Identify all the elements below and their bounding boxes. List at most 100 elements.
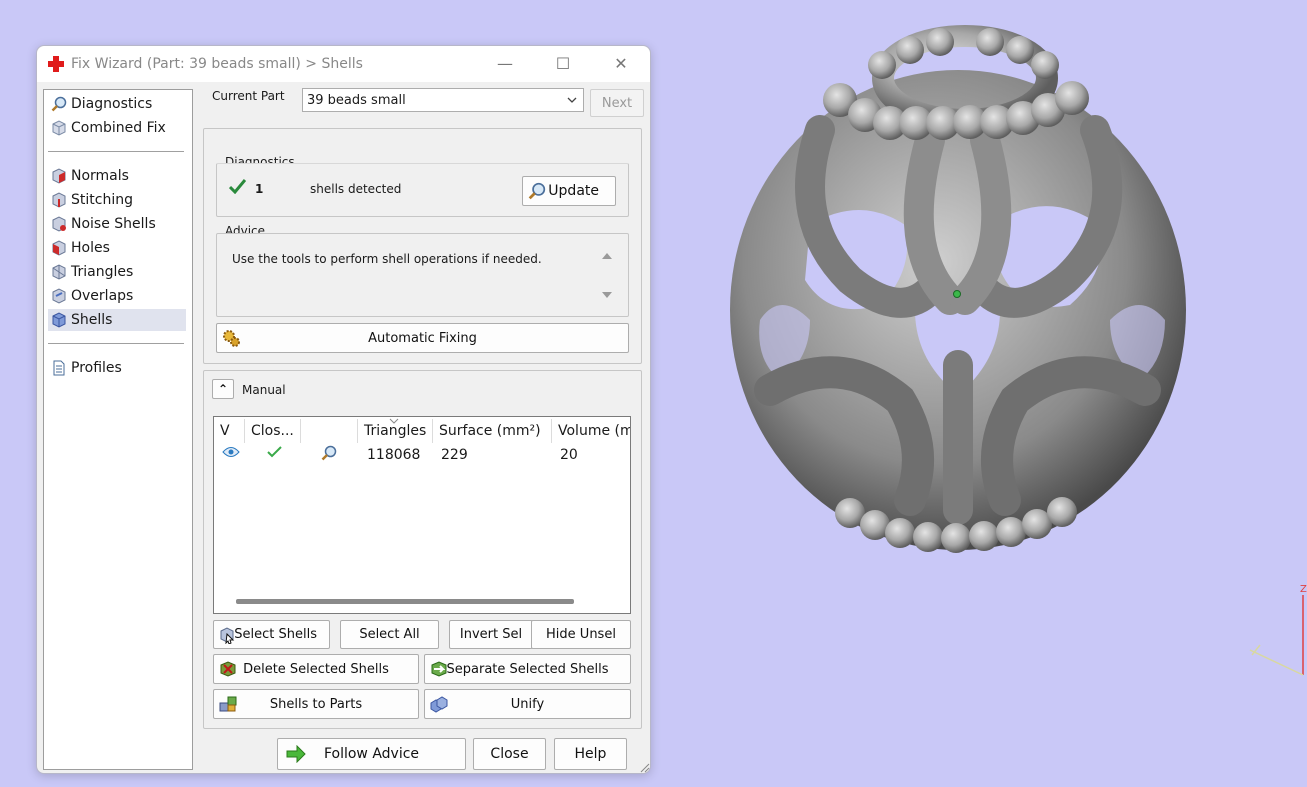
nav-item-diagnostics[interactable]: Diagnostics <box>48 93 186 115</box>
nav-label: Shells <box>71 312 113 328</box>
horizontal-scrollbar[interactable] <box>236 599 574 604</box>
select-all-button[interactable]: Select All <box>340 620 439 649</box>
chevron-down-icon <box>567 97 577 103</box>
shells-detected-text: shells detected <box>310 182 402 196</box>
nav-label: Diagnostics <box>71 96 153 112</box>
nav-item-shells[interactable]: Shells <box>48 309 186 331</box>
shells-to-parts-label: Shells to Parts <box>269 696 363 712</box>
column-header-volume[interactable]: Volume (m <box>558 423 630 439</box>
delete-selected-shells-button[interactable]: Delete Selected Shells <box>213 654 419 684</box>
nav-label: Profiles <box>71 360 122 376</box>
nav-item-combined-fix[interactable]: Combined Fix <box>48 117 186 139</box>
help-button[interactable]: Help <box>554 738 627 770</box>
next-button[interactable]: Next <box>590 89 644 117</box>
current-part-label: Current Part <box>212 89 285 103</box>
nav-label: Holes <box>71 240 110 256</box>
unify-button[interactable]: Unify <box>424 689 631 719</box>
close-button[interactable]: Close <box>473 738 546 770</box>
shells-icon <box>52 312 66 328</box>
scroll-down-icon[interactable] <box>602 291 612 299</box>
cell-volume: 20 <box>560 447 578 463</box>
axis-indicator: Z <box>1249 584 1307 676</box>
column-divider <box>551 419 552 443</box>
automatic-fixing-button[interactable]: Automatic Fixing <box>216 323 629 353</box>
shells-table: V Clos... Triangles Surface (mm²) Volume… <box>213 416 631 614</box>
holes-icon <box>52 240 66 256</box>
fix-wizard-window: Fix Wizard (Part: 39 beads small) > Shel… <box>36 45 651 774</box>
nav-label: Stitching <box>71 192 133 208</box>
maximize-button[interactable]: ☐ <box>550 53 576 75</box>
cell-surface: 229 <box>441 447 468 463</box>
title-bar[interactable]: Fix Wizard (Part: 39 beads small) > Shel… <box>37 46 650 82</box>
overlaps-icon <box>52 288 66 304</box>
axis-z-label: Z <box>1300 584 1307 595</box>
follow-advice-label: Follow Advice <box>323 746 420 762</box>
nav-divider <box>48 343 184 344</box>
nav-label: Triangles <box>71 264 134 280</box>
green-arrow-icon <box>286 745 306 763</box>
nav-item-overlaps[interactable]: Overlaps <box>48 285 186 307</box>
3d-model-viewport[interactable]: Z <box>700 20 1307 787</box>
gears-icon <box>223 330 240 347</box>
nav-item-triangles[interactable]: Triangles <box>48 261 186 283</box>
resize-grip-icon[interactable] <box>638 761 650 773</box>
shells-to-parts-icon <box>219 696 237 712</box>
separate-selected-shells-button[interactable]: Separate Selected Shells <box>424 654 631 684</box>
nav-label: Noise Shells <box>71 216 156 232</box>
select-shells-button[interactable]: Select Shells <box>213 620 330 649</box>
nav-label: Normals <box>71 168 129 184</box>
column-divider <box>244 419 245 443</box>
nav-item-profiles[interactable]: Profiles <box>48 357 186 379</box>
select-shells-icon <box>220 626 235 644</box>
collapse-manual-button[interactable]: ⌃ <box>212 379 234 399</box>
advice-text: Use the tools to perform shell operation… <box>232 252 542 266</box>
follow-advice-button[interactable]: Follow Advice <box>277 738 466 770</box>
noise-shells-icon <box>52 216 66 232</box>
current-part-select[interactable]: 39 beads small <box>302 88 584 112</box>
window-title: Fix Wizard (Part: 39 beads small) > Shel… <box>71 56 363 72</box>
magnifier-icon <box>528 182 546 200</box>
separate-selected-shells-label: Separate Selected Shells <box>446 661 609 677</box>
advice-group: Use the tools to perform shell operation… <box>216 233 629 317</box>
automatic-fixing-label: Automatic Fixing <box>368 330 477 346</box>
nav-item-holes[interactable]: Holes <box>48 237 186 259</box>
column-header-surface[interactable]: Surface (mm²) <box>439 423 541 439</box>
green-checkmark-icon <box>229 179 246 194</box>
unify-label: Unify <box>510 696 545 712</box>
delete-shells-icon <box>220 661 236 677</box>
column-header-visible[interactable]: V <box>220 423 230 439</box>
red-cross-icon <box>48 56 64 72</box>
triangles-icon <box>52 264 66 280</box>
scroll-up-icon[interactable] <box>602 252 612 260</box>
shells-count: 1 <box>255 182 264 196</box>
update-button[interactable]: Update <box>522 176 616 206</box>
cube-icon <box>52 120 66 136</box>
nav-item-noise-shells[interactable]: Noise Shells <box>48 213 186 235</box>
column-divider <box>432 419 433 443</box>
column-header-closed[interactable]: Clos... <box>251 423 294 439</box>
magnifier-icon <box>51 96 67 112</box>
close-window-button[interactable]: ✕ <box>608 53 634 75</box>
manual-label: Manual <box>242 383 286 397</box>
magnifier-icon[interactable] <box>321 445 337 461</box>
nav-item-stitching[interactable]: Stitching <box>48 189 186 211</box>
unify-icon <box>430 696 448 713</box>
stitching-icon <box>52 192 66 208</box>
eye-icon[interactable] <box>222 446 240 458</box>
nav-item-normals[interactable]: Normals <box>48 165 186 187</box>
nav-label: Overlaps <box>71 288 134 304</box>
nav-label: Combined Fix <box>71 120 166 136</box>
minimize-button[interactable]: — <box>492 53 518 75</box>
delete-selected-shells-label: Delete Selected Shells <box>243 661 389 677</box>
column-header-triangles[interactable]: Triangles <box>364 423 426 439</box>
wizard-nav-panel: Diagnostics Combined Fix Normals Stitchi… <box>43 89 193 770</box>
invert-sel-button[interactable]: Invert Sel <box>449 620 533 649</box>
hide-unsel-button[interactable]: Hide Unsel <box>531 620 631 649</box>
separate-shells-icon <box>431 661 447 677</box>
normals-icon <box>52 168 66 184</box>
shells-to-parts-button[interactable]: Shells to Parts <box>213 689 419 719</box>
bead-ball-model[interactable] <box>730 25 1186 553</box>
nav-divider <box>48 151 184 152</box>
document-icon <box>53 360 65 376</box>
column-divider <box>357 419 358 443</box>
